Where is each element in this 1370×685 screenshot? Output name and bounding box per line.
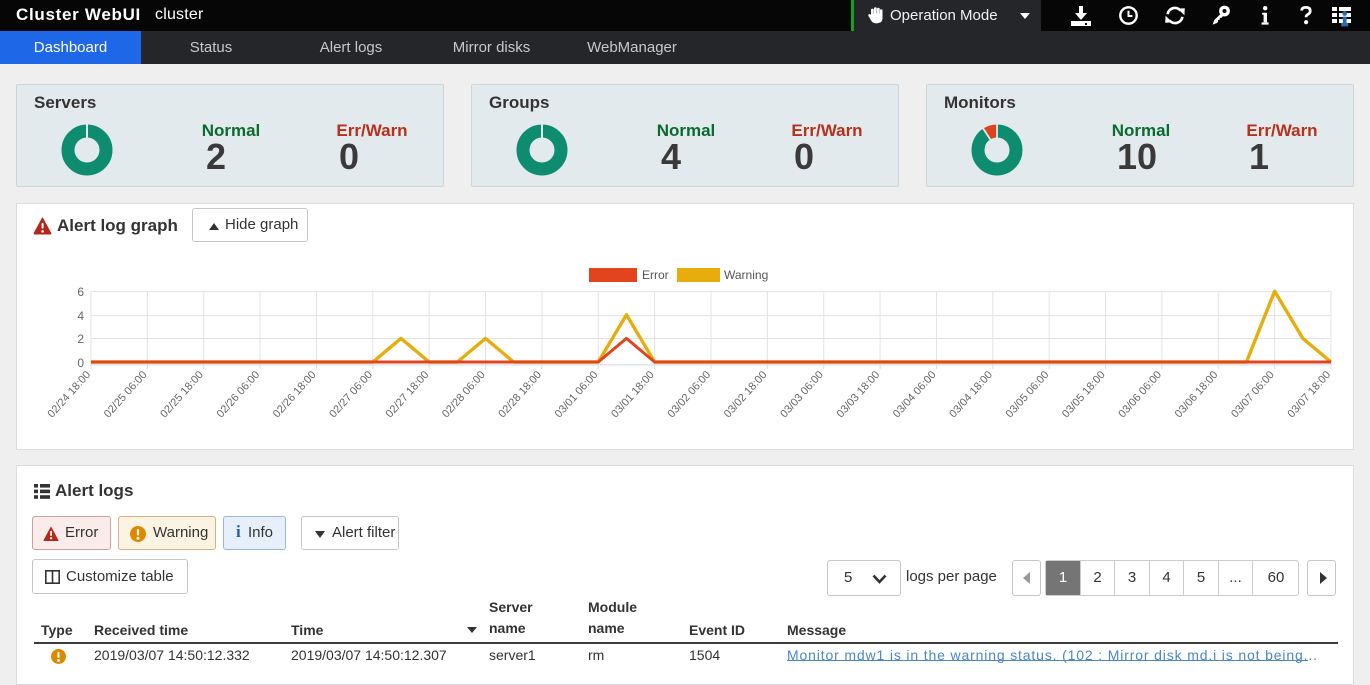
svg-text:03/05 06:00: 03/05 06:00: [1004, 369, 1052, 420]
svg-text:02/27 18:00: 02/27 18:00: [384, 369, 432, 420]
svg-text:03/05 18:00: 03/05 18:00: [1060, 369, 1108, 420]
svg-text:6: 6: [77, 285, 84, 299]
svg-text:03/07 06:00: 03/07 06:00: [1229, 369, 1277, 420]
svg-text:03/03 18:00: 03/03 18:00: [835, 369, 883, 420]
svg-text:03/07 18:00: 03/07 18:00: [1285, 369, 1333, 420]
svg-text:03/02 06:00: 03/02 06:00: [665, 369, 713, 420]
svg-text:03/06 06:00: 03/06 06:00: [1116, 369, 1164, 420]
svg-text:02/25 06:00: 02/25 06:00: [102, 369, 150, 420]
svg-text:02/26 18:00: 02/26 18:00: [271, 369, 319, 420]
svg-text:02/25 18:00: 02/25 18:00: [158, 369, 206, 420]
svg-text:03/03 06:00: 03/03 06:00: [778, 369, 826, 420]
svg-text:03/01 18:00: 03/01 18:00: [609, 369, 657, 420]
svg-text:03/01 06:00: 03/01 06:00: [553, 369, 601, 420]
svg-text:02/26 06:00: 02/26 06:00: [215, 369, 263, 420]
svg-text:02/28 06:00: 02/28 06:00: [440, 369, 488, 420]
svg-text:2: 2: [77, 332, 84, 346]
svg-text:4: 4: [77, 309, 84, 323]
svg-text:0: 0: [77, 356, 84, 370]
svg-text:03/06 18:00: 03/06 18:00: [1173, 369, 1221, 420]
svg-text:03/02 18:00: 03/02 18:00: [722, 369, 770, 420]
svg-text:02/24 18:00: 02/24 18:00: [45, 369, 93, 420]
svg-text:02/28 18:00: 02/28 18:00: [496, 369, 544, 420]
svg-text:02/27 06:00: 02/27 06:00: [327, 369, 375, 420]
svg-text:03/04 18:00: 03/04 18:00: [947, 369, 995, 420]
svg-text:03/04 06:00: 03/04 06:00: [891, 369, 939, 420]
